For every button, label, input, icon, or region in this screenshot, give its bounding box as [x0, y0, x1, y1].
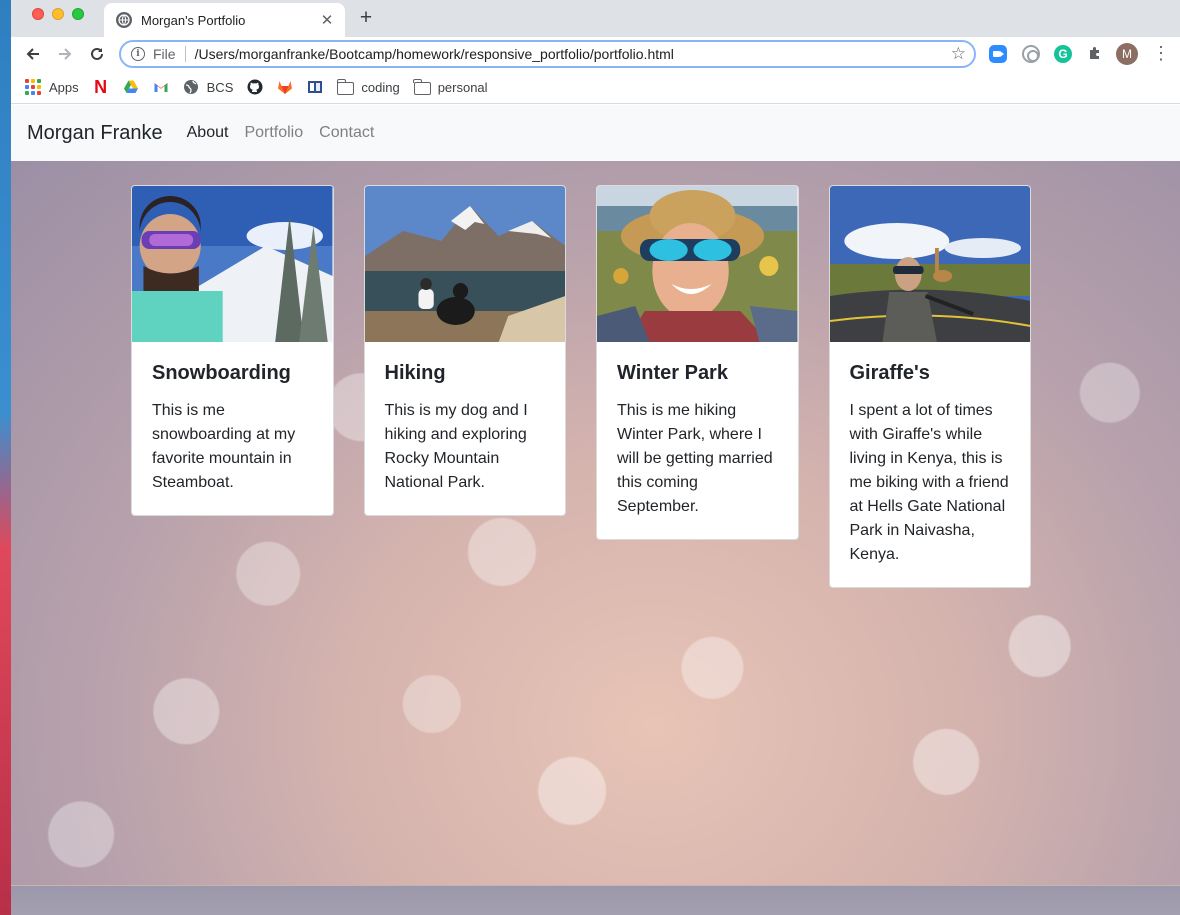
bookmark-gmail[interactable] — [153, 79, 169, 95]
folder-icon — [336, 79, 355, 95]
bookmark-github[interactable] — [247, 79, 263, 95]
zoom-extension-icon[interactable] — [989, 45, 1007, 63]
tab-portfolio[interactable]: Morgan's Portfolio ✕ — [104, 3, 345, 37]
browser-toolbar: i File /Users/morganfranke/Bootcamp/home… — [11, 37, 1180, 71]
bookmark-bcs[interactable]: BCS — [183, 79, 234, 95]
card-text: This is my dog and I hiking and explorin… — [384, 402, 528, 491]
omnibox-divider — [184, 46, 186, 62]
bookmark-label: coding — [361, 79, 400, 95]
card-title: Winter Park — [617, 362, 728, 384]
card-body: Hiking This is my dog and I hiking and e… — [365, 342, 566, 515]
url-text[interactable]: /Users/morganfranke/Bootcamp/homework/re… — [195, 46, 951, 62]
reload-icon — [91, 47, 103, 60]
site-navbar: Morgan Franke About Portfolio Contact — [11, 105, 1180, 161]
giraffe-biking-photo — [829, 186, 1030, 342]
forward-button[interactable] — [53, 42, 77, 66]
card-text: I spent a lot of times with Giraffe's wh… — [849, 402, 1009, 563]
new-tab-button[interactable]: + — [355, 6, 377, 30]
profile-avatar[interactable]: M — [1116, 43, 1138, 65]
zoom-window-button[interactable] — [72, 8, 84, 20]
portfolio-card: Winter Park This is me hiking Winter Par… — [596, 185, 799, 540]
card-body: Winter Park This is me hiking Winter Par… — [597, 342, 798, 539]
portfolio-card: Snowboarding This is me snowboarding at … — [131, 185, 334, 516]
forward-arrow-icon — [59, 48, 72, 60]
card-title: Snowboarding — [152, 362, 291, 384]
globe-icon — [116, 12, 132, 28]
netflix-icon: N — [94, 77, 108, 97]
back-arrow-icon — [26, 48, 39, 60]
apps-icon — [25, 79, 41, 95]
page-viewport: Morgan Franke About Portfolio Contact Sn… — [11, 105, 1180, 915]
portfolio-card: Hiking This is my dog and I hiking and e… — [363, 185, 566, 516]
nav-link-contact[interactable]: Contact — [319, 124, 374, 142]
site-info-icon[interactable]: i — [131, 47, 145, 61]
tab-close-icon[interactable]: ✕ — [319, 11, 335, 29]
url-scheme-label: File — [153, 46, 176, 62]
folder-icon — [413, 79, 431, 95]
hiking-photo — [364, 186, 565, 342]
card-title: Giraffe's — [849, 362, 930, 384]
winter-park-photo — [597, 186, 798, 342]
browser-menu-icon[interactable]: ⋮ — [1152, 43, 1170, 65]
minimize-window-button[interactable] — [52, 8, 64, 20]
reload-button[interactable] — [85, 42, 109, 66]
extensions-puzzle-icon[interactable] — [1086, 45, 1104, 63]
snowboarding-photo — [132, 186, 333, 342]
bookmark-label: BCS — [206, 79, 234, 95]
back-button[interactable] — [21, 42, 45, 66]
grammarly-extension-icon[interactable]: G — [1054, 45, 1072, 63]
address-bar[interactable]: i File /Users/morganfranke/Bootcamp/home… — [119, 40, 976, 68]
bookmark-label: Apps — [49, 79, 79, 95]
browser-window: Morgan's Portfolio ✕ + i File /Users/mor… — [11, 0, 1180, 915]
tab-title: Morgan's Portfolio — [141, 12, 246, 28]
site-brand[interactable]: Morgan Franke — [27, 122, 163, 145]
nav-link-portfolio[interactable]: Portfolio — [244, 124, 303, 142]
bookmark-site-icon — [308, 81, 323, 93]
github-icon — [247, 79, 263, 95]
tab-strip: Morgan's Portfolio ✕ + — [11, 0, 1180, 37]
close-window-button[interactable] — [32, 8, 44, 20]
bookmark-label: personal — [437, 79, 488, 95]
card-text: This is me snowboarding at my favorite m… — [152, 402, 296, 491]
bookmark-netflix[interactable]: N — [93, 77, 109, 97]
card-text: This is me hiking Winter Park, where I w… — [617, 402, 773, 515]
page-footer-strip — [11, 885, 1180, 915]
gitlab-icon — [278, 81, 293, 94]
card-body: Giraffe's I spent a lot of times with Gi… — [830, 342, 1031, 587]
portfolio-card: Giraffe's I spent a lot of times with Gi… — [828, 185, 1031, 588]
bookmark-google-drive[interactable] — [123, 79, 139, 95]
bookmark-folder-personal[interactable]: personal — [413, 79, 488, 95]
bookmark-apps[interactable]: Apps — [25, 79, 79, 95]
extension-ring-icon[interactable] — [1022, 45, 1040, 63]
gmail-icon — [154, 83, 168, 92]
bookmarks-bar: Apps N BCS coding personal — [11, 71, 1180, 104]
card-body: Snowboarding This is me snowboarding at … — [132, 342, 333, 515]
card-title: Hiking — [384, 362, 446, 384]
bookmark-gitlab[interactable] — [277, 79, 293, 95]
card-row: Snowboarding This is me snowboarding at … — [131, 185, 1061, 588]
globe-icon — [183, 80, 198, 94]
nav-link-about[interactable]: About — [187, 124, 229, 142]
bookmark-star-icon[interactable]: ☆ — [951, 44, 966, 64]
bookmark-folder-coding[interactable]: coding — [336, 79, 400, 95]
google-drive-icon — [123, 80, 138, 93]
bookmark-site[interactable] — [307, 79, 323, 95]
